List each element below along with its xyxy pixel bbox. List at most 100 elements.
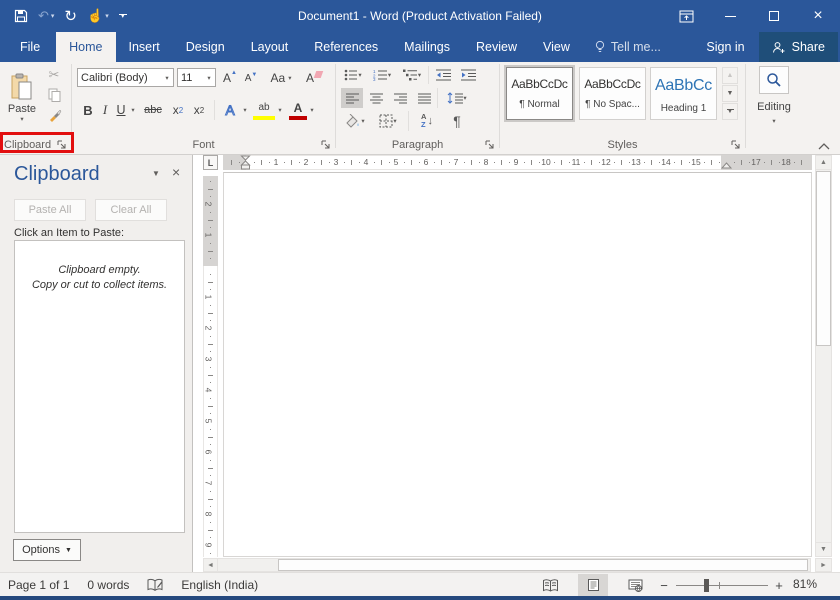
zoom-percentage[interactable]: 81%: [793, 577, 817, 591]
touch-mode-caret[interactable]: ▾: [105, 12, 109, 20]
tab-insert[interactable]: Insert: [116, 32, 173, 62]
text-effects-caret[interactable]: ▾: [240, 100, 250, 120]
bold-button[interactable]: B: [80, 100, 96, 120]
undo-icon[interactable]: ↶▾: [38, 0, 54, 32]
styles-dialog-launcher-icon[interactable]: [731, 140, 741, 150]
style-normal[interactable]: AaBbCcDc ¶ Normal: [506, 67, 573, 120]
show-hide-pilcrow-button[interactable]: ¶: [446, 110, 468, 131]
vertical-scroll-thumb[interactable]: [816, 171, 831, 346]
line-spacing-button[interactable]: ▾: [442, 88, 472, 108]
vertical-ruler[interactable]: 21123456789: [203, 172, 218, 557]
customize-qat-icon[interactable]: ▾: [119, 0, 127, 32]
font-name-combo[interactable]: Calibri (Body) ▾: [77, 68, 174, 87]
share-button[interactable]: Share: [759, 32, 838, 62]
styles-gallery-more-icon[interactable]: ▼: [722, 103, 738, 120]
font-color-button[interactable]: A: [289, 99, 307, 120]
zoom-slider-track[interactable]: [676, 585, 768, 586]
tab-mailings[interactable]: Mailings: [391, 32, 463, 62]
align-left-button[interactable]: [341, 88, 363, 108]
tab-references[interactable]: References: [301, 32, 391, 62]
proofing-icon[interactable]: [147, 578, 163, 592]
scroll-left-icon[interactable]: ◄: [203, 558, 218, 572]
touch-mode-icon[interactable]: ☝▾: [87, 0, 109, 32]
web-layout-icon[interactable]: [620, 574, 650, 596]
style-heading1[interactable]: AaBbCc Heading 1: [650, 67, 717, 120]
editing-label[interactable]: Editing: [746, 100, 802, 114]
read-mode-icon[interactable]: [535, 574, 565, 596]
zoom-out-icon[interactable]: −: [656, 574, 672, 596]
editing-caret[interactable]: ▾: [746, 116, 802, 126]
tell-me-box[interactable]: Tell me...: [583, 32, 673, 62]
justify-button[interactable]: [413, 88, 435, 108]
tab-review[interactable]: Review: [463, 32, 530, 62]
bullets-button[interactable]: ▾: [341, 66, 365, 84]
scroll-up-icon[interactable]: ▲: [815, 155, 832, 170]
multilevel-list-button[interactable]: ▾: [399, 66, 425, 84]
ribbon-display-options-icon[interactable]: [664, 0, 708, 32]
numbering-button[interactable]: 123▾: [369, 66, 395, 84]
clear-formatting-button[interactable]: A: [304, 68, 324, 87]
highlight-caret[interactable]: ▾: [275, 100, 285, 120]
underline-caret[interactable]: ▾: [128, 100, 138, 120]
align-right-button[interactable]: [389, 88, 411, 108]
page-indicator[interactable]: Page 1 of 1: [8, 578, 69, 592]
minimize-button[interactable]: [708, 0, 752, 32]
sort-button[interactable]: AZ ↓: [414, 110, 440, 131]
align-center-button[interactable]: [365, 88, 387, 108]
italic-button[interactable]: I: [99, 100, 111, 120]
right-indent-marker-icon[interactable]: [721, 162, 732, 169]
style-no-spacing[interactable]: AaBbCcDc ¶ No Spac...: [579, 67, 646, 120]
text-effects-button[interactable]: A: [219, 99, 241, 120]
decrease-indent-button[interactable]: [432, 66, 454, 84]
tab-home[interactable]: Home: [56, 32, 115, 62]
borders-button[interactable]: ▾: [373, 111, 403, 131]
tab-layout[interactable]: Layout: [238, 32, 302, 62]
maximize-button[interactable]: [752, 0, 796, 32]
paste-all-button[interactable]: Paste All: [14, 199, 86, 221]
word-count[interactable]: 0 words: [87, 578, 129, 592]
zoom-in-icon[interactable]: +: [771, 574, 787, 596]
tab-view[interactable]: View: [530, 32, 583, 62]
paste-dropdown-caret[interactable]: ▾: [20, 115, 23, 123]
shading-button[interactable]: ▾: [341, 111, 369, 131]
increase-indent-button[interactable]: [457, 66, 479, 84]
print-layout-icon[interactable]: [578, 574, 608, 596]
shrink-font-button[interactable]: A▼: [242, 70, 260, 87]
find-button[interactable]: [759, 66, 789, 94]
font-color-caret[interactable]: ▾: [307, 100, 317, 120]
document-page[interactable]: [223, 172, 812, 557]
horizontal-scroll-thumb[interactable]: [278, 559, 808, 571]
horizontal-ruler[interactable]: 1234567891011121314151718: [203, 155, 811, 170]
tab-file[interactable]: File: [4, 32, 56, 62]
scroll-down-icon[interactable]: ▼: [815, 542, 832, 557]
indent-marker-icon[interactable]: [240, 155, 251, 170]
paragraph-dialog-launcher-icon[interactable]: [485, 140, 495, 150]
font-size-combo[interactable]: 11 ▾: [177, 68, 216, 87]
cut-icon[interactable]: ✂: [44, 66, 64, 84]
repeat-icon[interactable]: ↻: [64, 0, 77, 32]
grow-font-button[interactable]: A▲: [221, 68, 239, 87]
zoom-slider-thumb[interactable]: [704, 579, 709, 592]
underline-button[interactable]: U: [114, 100, 128, 120]
clear-all-button[interactable]: Clear All: [95, 199, 167, 221]
change-case-button[interactable]: Aa▾: [268, 68, 294, 87]
copy-icon[interactable]: [44, 86, 64, 104]
font-dialog-launcher-icon[interactable]: [321, 140, 331, 150]
styles-scroll-up-icon[interactable]: ▲: [722, 67, 738, 84]
sign-in-button[interactable]: Sign in: [692, 32, 758, 62]
highlight-button[interactable]: ab: [253, 99, 275, 120]
superscript-button[interactable]: x2: [189, 100, 209, 120]
strikethrough-button[interactable]: abc: [140, 100, 166, 120]
font-size-caret[interactable]: ▾: [203, 74, 215, 82]
close-button[interactable]: ×: [796, 0, 840, 32]
save-icon[interactable]: [14, 0, 28, 32]
pane-menu-caret-icon[interactable]: ▼: [152, 169, 160, 178]
language-indicator[interactable]: English (India): [181, 578, 258, 592]
scroll-right-icon[interactable]: ►: [815, 558, 832, 572]
format-painter-icon[interactable]: [44, 106, 64, 124]
subscript-button[interactable]: x2: [168, 100, 188, 120]
collapse-ribbon-icon[interactable]: [818, 143, 830, 150]
font-name-caret[interactable]: ▾: [161, 74, 173, 82]
paste-button[interactable]: Paste ▾: [4, 65, 40, 131]
undo-dropdown-caret[interactable]: ▾: [51, 12, 55, 20]
